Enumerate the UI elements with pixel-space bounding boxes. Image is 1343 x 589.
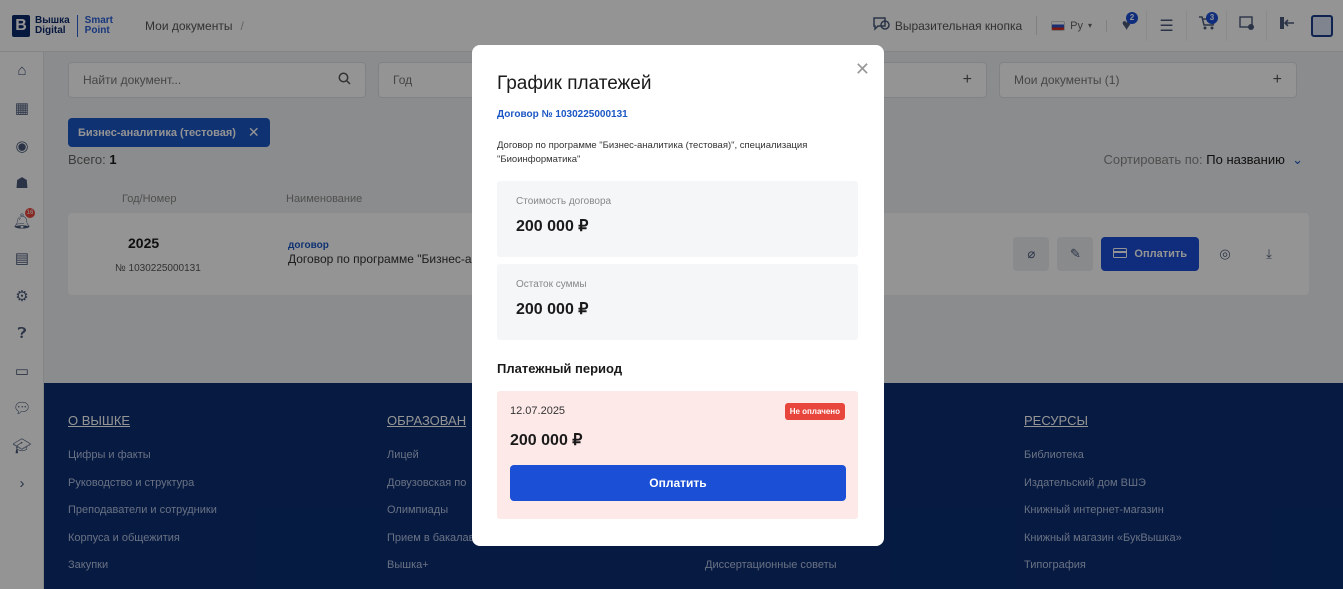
payment-schedule-modal: ✕ График платежей Договор № 103022500013… — [472, 45, 884, 546]
contract-link[interactable]: Договор № 1030225000131 — [497, 109, 628, 120]
remaining-amount-label: Остаток суммы — [516, 279, 587, 290]
contract-cost-label: Стоимость договора — [516, 196, 612, 207]
payment-period-title: Платежный период — [497, 361, 623, 376]
status-badge: Не оплачено — [784, 403, 845, 420]
contract-cost-card: Стоимость договора 200 000 ₽ — [497, 181, 858, 257]
contract-description: Договор по программе "Бизнес-аналитика (… — [497, 140, 808, 165]
modal-title: График платежей — [497, 73, 652, 94]
payment-date: 12.07.2025 — [510, 405, 566, 417]
remaining-amount-card: Остаток суммы 200 000 ₽ — [497, 264, 858, 340]
remaining-amount-value: 200 000 ₽ — [516, 301, 589, 318]
close-icon[interactable]: ✕ — [855, 59, 870, 80]
pay-now-button[interactable]: Оплатить — [510, 465, 846, 501]
payment-amount: 200 000 ₽ — [510, 432, 583, 449]
payment-period-card: 12.07.2025 Не оплачено 200 000 ₽ Оплатит… — [497, 391, 858, 519]
contract-cost-value: 200 000 ₽ — [516, 218, 589, 235]
